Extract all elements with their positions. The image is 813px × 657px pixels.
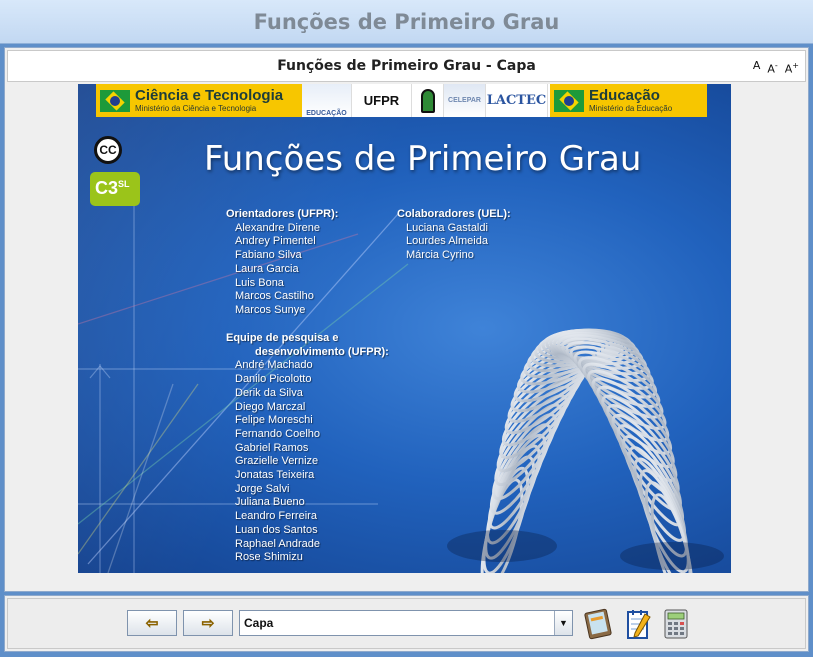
ciencia-tecnologia-logo: Ciência e Tecnologia Ministério da Ciênc…	[96, 84, 302, 117]
creative-commons-icon: CC	[94, 136, 122, 164]
equipe-member-name: Juliana Bueno	[235, 496, 305, 509]
orientadores-list: Orientadores (UFPR): Alexandre Direne And…	[226, 208, 338, 318]
arrow-right-icon: ⇨	[201, 614, 215, 632]
notepad-icon[interactable]	[623, 608, 653, 640]
font-increase-button[interactable]: A+	[785, 51, 799, 85]
font-decrease-button[interactable]: A-	[767, 51, 777, 85]
previous-page-button[interactable]: ⇦	[127, 610, 177, 636]
calculator-icon[interactable]	[661, 608, 691, 640]
page-title: Funções de Primeiro Grau - Capa	[277, 58, 536, 74]
slinky-spring-image	[447, 328, 724, 573]
colaboradores-heading: Colaboradores (UEL):	[397, 208, 511, 220]
equipe-member-name: Jorge Salvi	[235, 482, 290, 495]
tree-icon	[420, 88, 435, 113]
orientador-name: Luis Bona	[235, 276, 284, 289]
orientador-name: Marcos Castilho	[235, 290, 314, 303]
next-page-button[interactable]: ⇨	[183, 610, 233, 636]
font-size-controls: A A- A+	[753, 51, 799, 85]
equipe-member-name: Fernando Coelho	[235, 427, 321, 440]
orientadores-heading: Orientadores (UFPR):	[226, 208, 339, 220]
equipe-member-name: Diego Marczal	[235, 400, 306, 413]
equipe-member-name: Jonatas Teixeira	[235, 469, 315, 482]
app-title-bar: Funções de Primeiro Grau	[0, 0, 813, 44]
equipe-heading-line2: desenvolvimento (UFPR):	[255, 345, 389, 358]
orientador-name: Fabiano Silva	[235, 249, 302, 262]
equipe-member-name: Luan dos Santos	[235, 523, 318, 536]
sponsor-logo-strip: Ciência e Tecnologia Ministério da Ciênc…	[96, 84, 707, 117]
equipe-member-name: André Machado	[235, 359, 313, 372]
book-icon[interactable]	[583, 608, 613, 640]
educacao-ministerio-logo: Educação Ministério da Educação	[550, 84, 707, 117]
cover-slide: Ciência e Tecnologia Ministério da Ciênc…	[78, 84, 731, 573]
ufpr-logo: UFPR	[352, 84, 412, 117]
navigation-bar: ⇦ ⇨ Capa ▼	[4, 595, 809, 652]
orientador-name: Marcos Sunye	[235, 303, 306, 316]
brazil-flag-icon	[554, 89, 584, 112]
content-header: Funções de Primeiro Grau - Capa A A- A+	[7, 50, 806, 82]
chevron-down-icon[interactable]: ▼	[554, 611, 572, 635]
lactec-logo: LACTEC	[486, 84, 548, 117]
equipe-member-name: Felipe Moreschi	[235, 414, 313, 427]
equipe-member-name: Leandro Ferreira	[235, 510, 317, 523]
orientador-name: Alexandre Direne	[235, 221, 320, 234]
equipe-member-name: Gabriel Ramos	[235, 441, 309, 454]
content-frame: Funções de Primeiro Grau - Capa A A- A+	[4, 47, 809, 592]
equipe-member-name: Danilo Picolotto	[235, 373, 312, 386]
celepar-logo: CELEPAR	[444, 84, 486, 117]
slide-title: Funções de Primeiro Grau	[204, 139, 642, 179]
equipe-member-name: Raphael Andrade	[235, 537, 321, 550]
educacao-logo: EDUCAÇÃO	[302, 84, 352, 117]
page-select-value: Capa	[244, 616, 274, 630]
c3sl-logo: C3SL	[90, 172, 140, 206]
equipe-member-name: Rose Shimizu	[235, 551, 303, 564]
equipe-member-name: Grazielle Vernize	[235, 455, 319, 468]
uel-logo	[412, 84, 444, 117]
equipe-heading-line1: Equipe de pesquisa e	[226, 332, 339, 344]
orientador-name: Andrey Pimentel	[235, 235, 316, 248]
app-title: Funções de Primeiro Grau	[253, 10, 560, 34]
page-select-dropdown[interactable]: Capa ▼	[239, 610, 573, 636]
arrow-left-icon: ⇦	[145, 614, 159, 632]
equipe-list: Equipe de pesquisa e desenvolvimento (UF…	[226, 332, 389, 565]
brazil-flag-icon	[100, 89, 130, 112]
equipe-member-name: Derik da Silva	[235, 386, 303, 399]
orientador-name: Laura Garcia	[235, 262, 299, 275]
font-normal-button[interactable]: A	[753, 51, 761, 85]
